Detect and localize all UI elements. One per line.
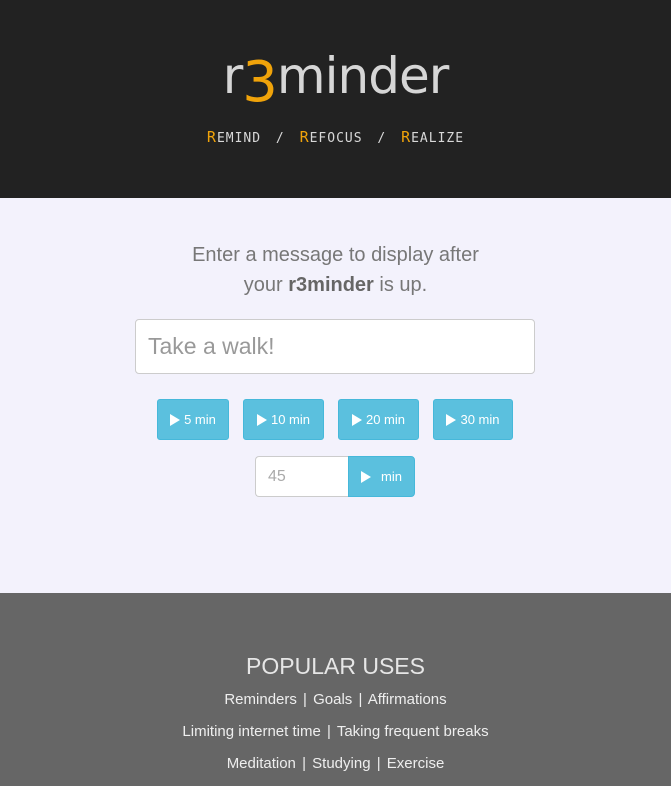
divider: | (358, 691, 363, 708)
tagline-refocus: REFOCUS (299, 128, 363, 146)
use-link-affirmations[interactable]: Affirmations (368, 691, 447, 708)
prompt-line-1: Enter a message to display after (192, 244, 479, 266)
divider: | (376, 755, 381, 772)
tagline-separator: / (275, 131, 285, 146)
start-30-min-button[interactable]: 30 min (433, 399, 513, 440)
popular-uses-title: POPULAR USES (246, 653, 425, 679)
tagline: REMIND / REFOCUS / REALIZE (0, 128, 671, 146)
tagline-separator: / (377, 131, 387, 146)
use-link-taking-frequent-breaks[interactable]: Taking frequent breaks (337, 723, 489, 740)
button-label: 5 min (184, 412, 216, 427)
site-footer: POPULAR USES Reminders | Goals | Affirma… (0, 593, 671, 786)
use-link-reminders[interactable]: Reminders (224, 691, 297, 708)
use-link-meditation[interactable]: Meditation (227, 755, 296, 772)
play-icon (351, 413, 362, 426)
logo-three: 3 (242, 50, 278, 115)
use-link-exercise[interactable]: Exercise (387, 755, 445, 772)
site-header: r3minder REMIND / REFOCUS / REALIZE (0, 0, 671, 198)
button-label: min (381, 469, 402, 484)
uses-line-3: Meditation | Studying | Exercise (0, 755, 671, 772)
play-icon (446, 413, 457, 426)
divider: | (303, 691, 307, 708)
start-20-min-button[interactable]: 20 min (338, 399, 419, 440)
uses-line-1: Reminders | Goals | Affirmations (0, 691, 671, 708)
custom-time-group: min (255, 456, 415, 497)
play-icon (256, 413, 267, 426)
button-label: 30 min (460, 412, 500, 427)
main-panel: Enter a message to display after your r3… (0, 198, 671, 593)
logo[interactable]: r3minder (0, 40, 671, 115)
message-input[interactable] (135, 319, 535, 374)
use-link-goals[interactable]: Goals (313, 691, 352, 708)
divider: | (327, 723, 331, 740)
button-label: 20 min (365, 412, 406, 427)
play-icon (361, 470, 372, 483)
use-link-studying[interactable]: Studying (312, 755, 370, 772)
uses-line-2: Limiting internet time | Taking frequent… (0, 723, 671, 740)
tagline-realize: REALIZE (401, 128, 465, 146)
start-10-min-button[interactable]: 10 min (243, 399, 324, 440)
button-label: 10 min (270, 412, 311, 427)
prompt-line-2: your r3minder is up. (243, 274, 428, 296)
start-custom-button[interactable]: min (348, 456, 415, 497)
prompt-text: Enter a message to display after your r3… (0, 240, 671, 300)
custom-minutes-input[interactable] (255, 456, 349, 497)
start-5-min-button[interactable]: 5 min (157, 399, 229, 440)
divider: | (302, 755, 306, 772)
logo-suffix: minder (276, 47, 449, 105)
tagline-remind: REMIND (206, 128, 262, 146)
use-link-limiting-internet-time[interactable]: Limiting internet time (182, 723, 320, 740)
play-icon (170, 413, 181, 426)
logo-prefix: r (222, 47, 244, 105)
